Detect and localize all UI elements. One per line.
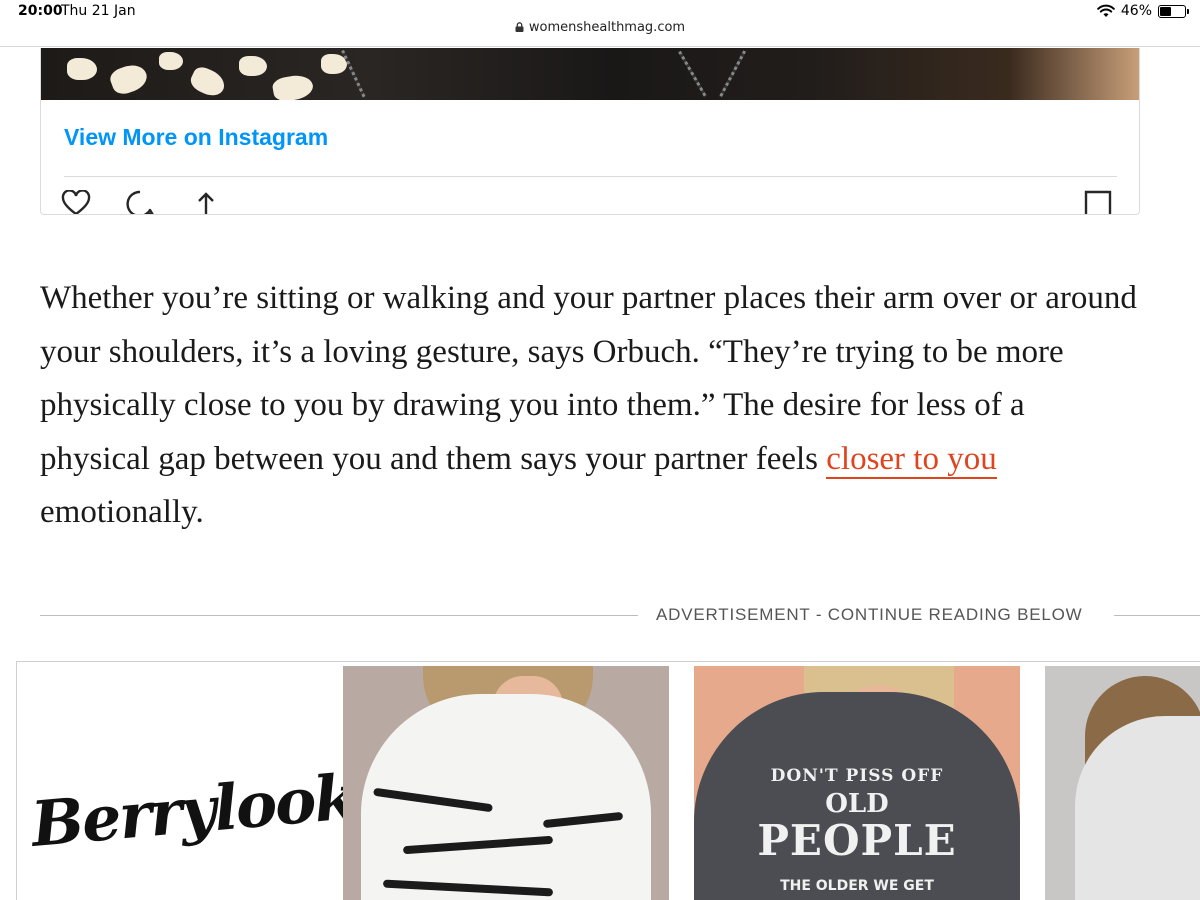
instagram-embed: View More on Instagram [40,48,1140,215]
status-indicators: 46% [1097,3,1189,19]
divider-line-left [40,615,638,616]
divider-line-right [1114,615,1200,616]
ad-product-striped-sweater[interactable] [343,666,669,900]
article-paragraph: Whether you’re sitting or walking and yo… [40,272,1140,540]
url-text: womenshealthmag.com [528,20,686,35]
battery-icon [1158,4,1189,18]
view-more-on-instagram-link[interactable]: View More on Instagram [64,124,328,151]
sweater-print-line4: THE OLDER WE GET [780,878,934,894]
sweater-print-line1: DON'T PISS OFF [770,766,944,786]
wifi-icon [1097,4,1115,17]
brand-logo-text: Berrylook [28,760,359,861]
closer-to-you-link[interactable]: closer to you [826,440,997,479]
advertisement-label: ADVERTISEMENT - CONTINUE READING BELOW [656,605,1083,624]
sweater-print-line3: PEOPLE [757,816,957,865]
share-icon[interactable] [191,190,221,215]
sweater-print-line2: OLD [825,789,889,819]
ad-product-slogan-sweater[interactable]: DON'T PISS OFF OLD PEOPLE THE OLDER WE G… [694,666,1020,900]
embed-divider [64,176,1117,177]
toolbar-divider [0,46,1200,47]
ad-product-grey-sweater[interactable] [1045,666,1200,900]
comment-icon[interactable] [125,190,155,215]
brand-logo[interactable]: Berrylook [17,662,358,900]
status-date: Thu 21 Jan [61,3,136,19]
lock-icon [515,22,524,32]
battery-percent: 46% [1120,3,1152,19]
bookmark-icon[interactable] [1083,190,1113,215]
address-bar[interactable]: womenshealthmag.com [0,20,1200,44]
ad-carousel[interactable]: Berrylook DON'T PISS OFF OLD PEOPLE THE … [16,661,1200,900]
heart-icon[interactable] [61,190,91,215]
status-time: 20:00 [18,3,63,19]
advertisement-divider: ADVERTISEMENT - CONTINUE READING BELOW [40,605,1200,627]
article-text-end: emotionally. [40,494,204,530]
instagram-photo[interactable] [41,48,1139,100]
battery-level [1160,6,1171,16]
